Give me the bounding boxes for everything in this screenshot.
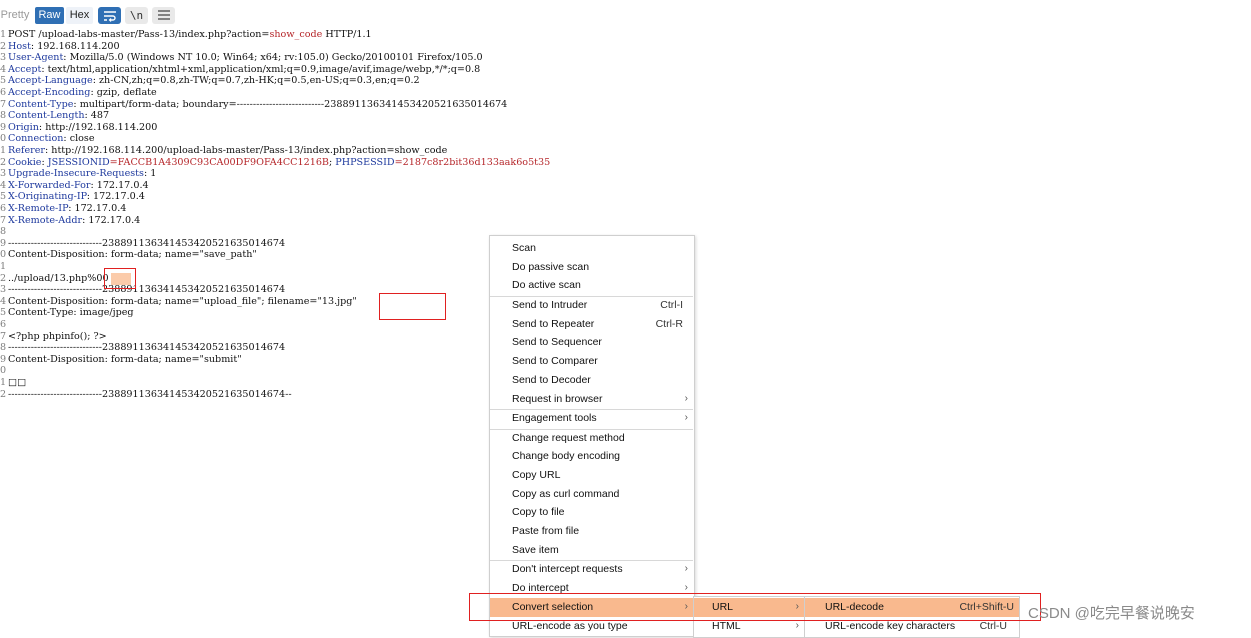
menu-item-dont-intercept[interactable]: Don't intercept requests › [490, 560, 693, 579]
hex-tab[interactable]: Hex [66, 7, 93, 24]
menu-item-do-active-scan[interactable]: Do active scan [490, 276, 693, 295]
body-line: 9 -----------------------------2388911363… [0, 237, 286, 249]
menu-item-do-passive-scan[interactable]: Do passive scan [490, 258, 693, 277]
pretty-tab[interactable]: Pretty [0, 7, 30, 24]
body-line: 1 □□ [0, 377, 27, 388]
editor-toolbar: Pretty Raw Hex \n [0, 4, 1251, 26]
show-newlines-button[interactable]: \n [125, 7, 148, 24]
cookie-header-line: 2 Cookie: JSESSIONID=FACCB1A4309C93CA00DF… [0, 156, 551, 168]
annotation-box-null-byte [104, 268, 136, 289]
body-line: 2 ../upload/13.php%00 [0, 272, 109, 284]
body-line: 3 -----------------------------2388911363… [0, 284, 286, 296]
body-line: 4 Content-Disposition: form-data; name="u… [0, 295, 357, 307]
body-line: 2 -----------------------------2388911363… [0, 388, 292, 400]
menu-item-send-to-sequencer[interactable]: Send to Sequencer [490, 333, 693, 352]
menu-item-send-to-repeater[interactable]: Send to Repeater Ctrl-R [490, 315, 693, 334]
header-line: 3 Upgrade-Insecure-Requests: 1 [0, 168, 157, 180]
header-line: 2 Host: 192.168.114.200 [0, 40, 120, 52]
header-line: 5 X-Originating-IP: 172.17.0.4 [0, 191, 145, 203]
header-line: 7 X-Remote-Addr: 172.17.0.4 [0, 214, 141, 226]
menu-item-request-in-browser[interactable]: Request in browser › [490, 390, 693, 409]
menu-item-copy-url[interactable]: Copy URL [490, 466, 693, 485]
header-line: 0 Connection: close [0, 133, 95, 145]
body-line: 0 [0, 365, 7, 377]
wrap-lines-icon[interactable] [98, 7, 121, 24]
header-line: 1 Referer: http://192.168.114.200/upload-… [0, 145, 448, 156]
menu-item-engagement-tools[interactable]: Engagement tools › [490, 409, 693, 428]
header-line: 6 X-Remote-IP: 172.17.0.4 [0, 203, 127, 214]
chevron-right-icon: › [684, 563, 688, 574]
request-line: 1 POST /upload-labs-master/Pass-13/index.… [0, 29, 372, 40]
body-line: 0 Content-Disposition: form-data; name="s… [0, 249, 257, 261]
chevron-right-icon: › [684, 392, 688, 404]
body-line: 9 Content-Disposition: form-data; name="s… [0, 353, 242, 365]
menu-item-save-item[interactable]: Save item [490, 541, 693, 560]
menu-item-change-request-method[interactable]: Change request method [490, 429, 693, 448]
menu-icon[interactable] [152, 7, 175, 24]
context-menu: Scan Do passive scan Do active scan Send… [489, 235, 695, 637]
menu-item-send-to-intruder[interactable]: Send to Intruder Ctrl-I [490, 296, 693, 315]
header-line: 7 Content-Type: multipart/form-data; boun… [0, 98, 508, 110]
menu-item-change-body-encoding[interactable]: Change body encoding [490, 447, 693, 466]
annotation-box-filename [379, 293, 446, 320]
header-line: 8 Content-Length: 487 [0, 110, 110, 122]
header-line: 5 Accept-Language: zh-CN,zh;q=0.8,zh-TW;q… [0, 75, 420, 87]
body-line: 5 Content-Type: image/jpeg [0, 307, 134, 319]
body-line: 8 -----------------------------2388911363… [0, 342, 286, 354]
body-line: 6 [0, 319, 7, 330]
menu-item-scan[interactable]: Scan [490, 239, 693, 258]
raw-tab[interactable]: Raw [35, 7, 64, 24]
header-line: 4 X-Forwarded-For: 172.17.0.4 [0, 179, 149, 191]
body-line: 8 [0, 226, 7, 238]
menu-item-send-to-comparer[interactable]: Send to Comparer [490, 352, 693, 371]
header-line: 3 User-Agent: Mozilla/5.0 (Windows NT 10.… [0, 52, 483, 64]
menu-item-copy-as-curl[interactable]: Copy as curl command [490, 485, 693, 504]
header-line: 9 Origin: http://192.168.114.200 [0, 121, 158, 133]
menu-item-send-to-decoder[interactable]: Send to Decoder [490, 371, 693, 390]
body-line: 7 <?php phpinfo(); ?> [0, 330, 107, 342]
watermark: CSDN @吃完早餐说晚安 [1028, 605, 1195, 622]
annotation-box-convert-selection [469, 593, 1041, 621]
header-line: 4 Accept: text/html,application/xhtml+xml… [0, 63, 481, 75]
header-line: 6 Accept-Encoding: gzip, deflate [0, 87, 157, 98]
body-line: 1 [0, 261, 7, 272]
menu-item-paste-from-file[interactable]: Paste from file [490, 522, 693, 541]
menu-item-copy-to-file[interactable]: Copy to file [490, 503, 693, 522]
chevron-right-icon: › [684, 412, 688, 423]
